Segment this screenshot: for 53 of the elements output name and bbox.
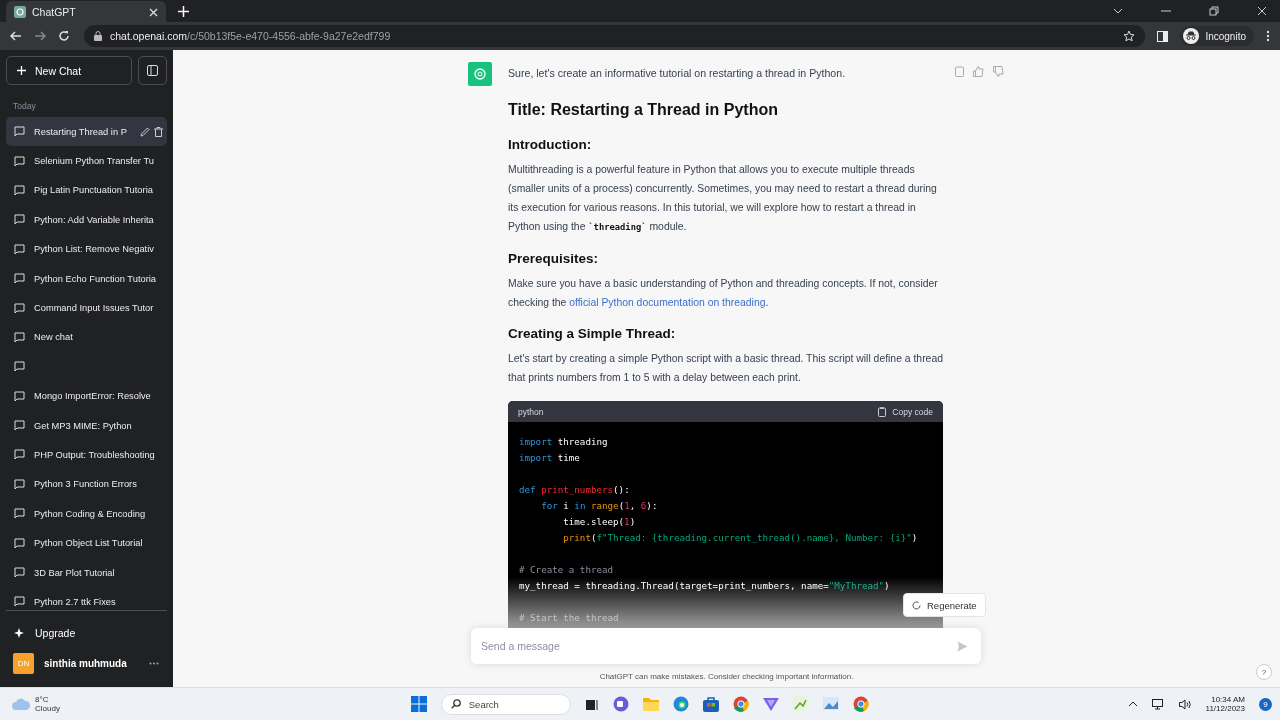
user-name[interactable]: sinthia muhmuda <box>44 657 127 669</box>
disclaimer-text: ChatGPT can make mistakes. Consider checking important information. <box>599 672 854 681</box>
chat-history-item[interactable]: Command Input Issues Tutor <box>6 293 167 323</box>
chat-history-item[interactable]: Mongo ImportError: Resolve <box>6 381 167 411</box>
code-line: import time <box>519 452 580 463</box>
message-text: Sure, let's create an informative tutorial on restarting a thread in Python. <box>508 67 847 79</box>
chat-history-item[interactable]: Python: Add Variable Inherita <box>6 205 167 235</box>
search-field[interactable]: Search <box>440 693 571 715</box>
chat-history-item[interactable]: Python Echo Function Tutoria <box>6 263 167 294</box>
chat-history-item[interactable]: Get MP3 MIME: Python <box>6 410 167 441</box>
chat-history-item[interactable]: Restarting Thread in P <box>6 117 167 147</box>
code-line: my_thread = threading.Thread(target=print_numbers, name="MyThread") <box>519 580 890 591</box>
chat-history-item[interactable]: PHP Output: Troubleshooting <box>6 440 167 470</box>
chat-history-item[interactable]: 3D Bar Plot Tutorial <box>6 557 167 588</box>
incognito-button[interactable]: Incognito <box>1180 26 1254 46</box>
help-button[interactable]: ? <box>1256 664 1272 680</box>
code-line: print(f"Thread: {threading.current_thread().name}, Number: {i}") <box>562 532 918 543</box>
heading: Title: Restarting a Thread in Python <box>508 101 779 119</box>
weather-text: Cloudy <box>35 704 60 713</box>
code-line: # Start the thread <box>519 612 619 623</box>
clock[interactable]: 10:34 AM 11/12/2023 <box>1205 695 1245 713</box>
chat-history-item[interactable]: Pig Latin Punctuation Tutoria <box>6 175 167 206</box>
upgrade-button[interactable]: Upgrade <box>6 619 167 647</box>
heading: Creating a Simple Thread: <box>508 326 677 341</box>
address-field[interactable]: chat.openai.com/c/50b13f5e-e470-4556-abfe-9a27e2edf799 <box>84 25 1146 47</box>
chat-history-item[interactable]: Python Object List Tutorial <box>6 528 167 558</box>
notification-badge[interactable]: 9 <box>1259 697 1272 711</box>
chat-history-item[interactable]: Python 3 Function Errors <box>6 469 167 500</box>
user-avatar: DN <box>13 652 34 674</box>
code-line: for i in range(1, 6): <box>540 500 658 511</box>
tab-title: ChatGPT <box>32 6 77 18</box>
chat-history-item[interactable]: Selenium Python Transfer Tu <box>6 146 167 176</box>
code-line: import threading <box>519 436 608 447</box>
code-line: def print_numbers(): <box>519 484 630 495</box>
message-input[interactable]: Send a message <box>471 628 981 664</box>
section-label: Today <box>12 100 37 113</box>
browser-tab[interactable]: ChatGPT <box>6 1 166 23</box>
code-line: # Create a thread <box>519 564 614 575</box>
regenerate-button[interactable]: Regenerate <box>903 593 986 617</box>
paragraph: Make sure you have a basic understanding of Python and threading concepts. If not, consider checking the official Python documentation on threading. <box>508 277 939 310</box>
code-line: time.sleep(1) <box>562 516 636 527</box>
chat-history-item[interactable]: Python Coding & Encoding <box>6 499 167 529</box>
copy-code-button[interactable]: Copy code <box>878 406 933 417</box>
paragraph: Multithreading is a powerful feature in Python that allows you to execute multiple threads (smaller units of a process) concurrently. Sometimes, you may need to restart a thread during its execution for various reasons. In this tutorial, we will explore how to restart a thread in Python using the `threading` module. <box>508 163 938 234</box>
chat-history-item[interactable]: Python List: Remove Negativ <box>6 234 167 264</box>
chat-history-item[interactable]: Python 2.7 ttk Fixes <box>6 587 167 610</box>
heading: Introduction: <box>508 137 593 152</box>
new-chat-button[interactable]: New Chat <box>6 56 132 85</box>
temperature: 8°C <box>35 695 50 704</box>
heading: Prerequisites: <box>508 251 600 266</box>
paragraph: Let's start by creating a simple Python script with a basic thread. This script will define a thread that prints numbers from 1 to 5 with a delay between each print. <box>508 352 943 385</box>
code-language: python <box>518 406 544 417</box>
chat-history-item[interactable]: New chat <box>6 322 167 353</box>
